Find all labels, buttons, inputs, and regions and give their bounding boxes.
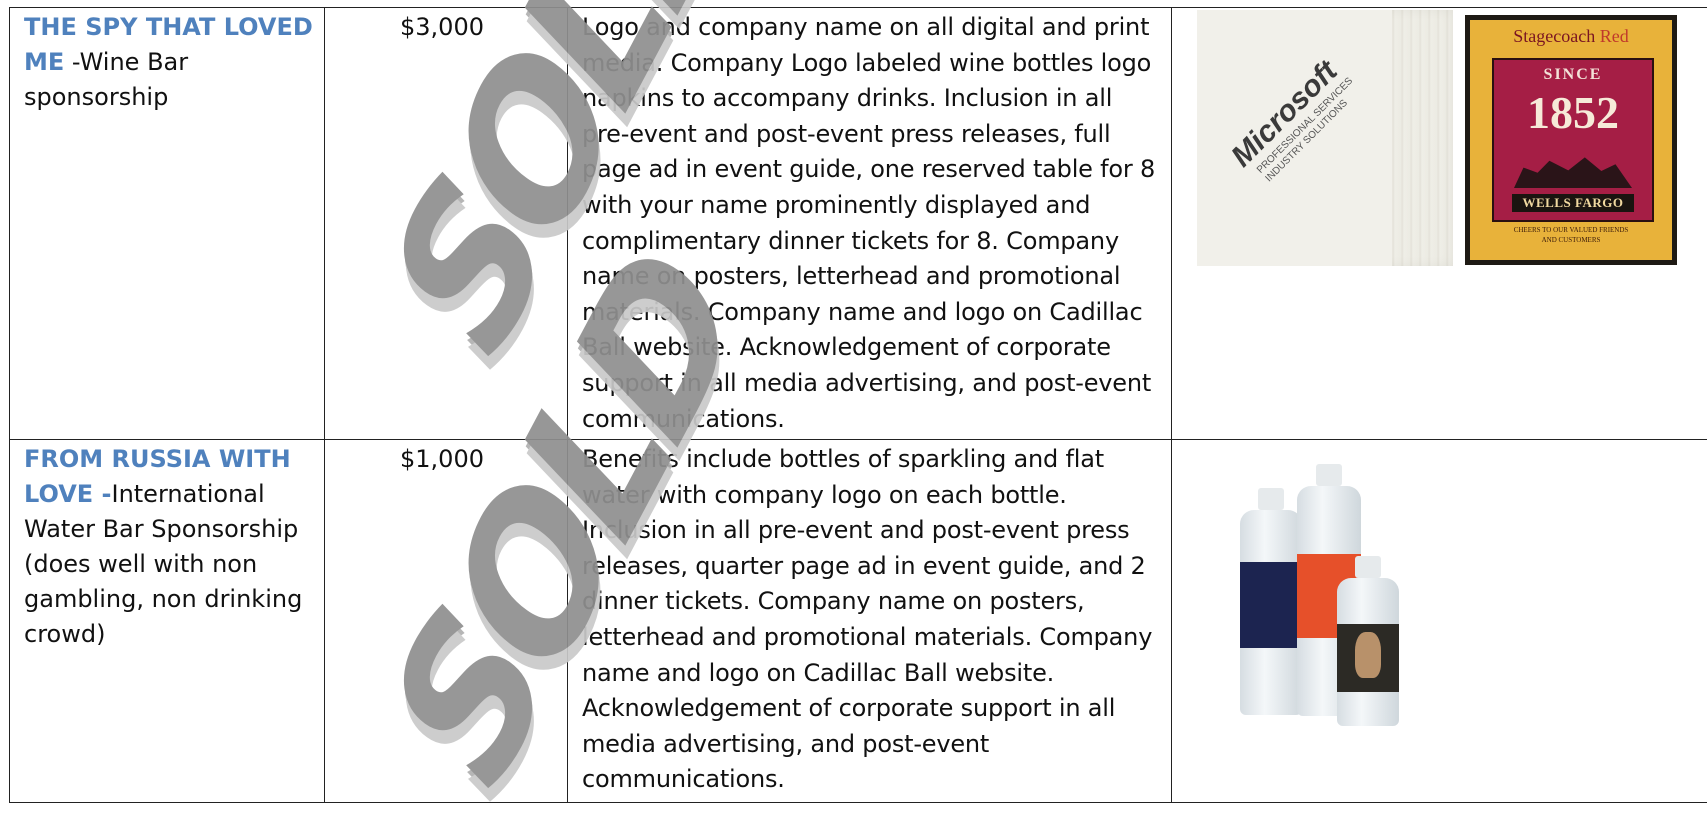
water-bottle <box>1337 578 1399 726</box>
package-price: $3,000 <box>400 13 484 41</box>
image-cell <box>1172 440 1707 803</box>
wine-maker: WELLS FARGO <box>1512 194 1634 212</box>
table-row: FROM RUSSIA WITH LOVE -International Wat… <box>10 440 1707 803</box>
wine-label-image: Stagecoach Red SINCE 1852 WELLS FARGO CH… <box>1465 15 1677 265</box>
benefits-cell: Benefits include bottles of sparkling an… <box>568 440 1172 803</box>
package-price: $1,000 <box>400 445 484 473</box>
package-benefits: Benefits include bottles of sparkling an… <box>582 445 1152 793</box>
napkin-image: Microsoft PROFESSIONAL SERVICESINDUSTRY … <box>1197 10 1453 266</box>
wine-cheers: CHEERS TO OUR VALUED FRIENDSAND CUSTOMER… <box>1470 225 1672 245</box>
image-cell: Microsoft PROFESSIONAL SERVICESINDUSTRY … <box>1172 8 1707 440</box>
package-benefits: Logo and company name on all digital and… <box>582 13 1155 433</box>
price-cell: $3,000 <box>325 8 568 440</box>
wine-since: SINCE <box>1494 66 1652 84</box>
package-name-cell: THE SPY THAT LOVED ME -Wine Bar sponsors… <box>10 8 325 440</box>
wine-brand: Stagecoach Red <box>1470 26 1672 47</box>
price-cell: $1,000 <box>325 440 568 803</box>
water-bottle <box>1240 510 1302 715</box>
benefits-cell: Logo and company name on all digital and… <box>568 8 1172 440</box>
water-bottles-image <box>1232 480 1412 725</box>
package-name-cell: FROM RUSSIA WITH LOVE -International Wat… <box>10 440 325 803</box>
stagecoach-illustration <box>1514 154 1632 188</box>
table-row: THE SPY THAT LOVED ME -Wine Bar sponsors… <box>10 8 1707 440</box>
sponsorship-table: THE SPY THAT LOVED ME -Wine Bar sponsors… <box>9 7 1707 803</box>
wine-year: 1852 <box>1494 86 1652 139</box>
